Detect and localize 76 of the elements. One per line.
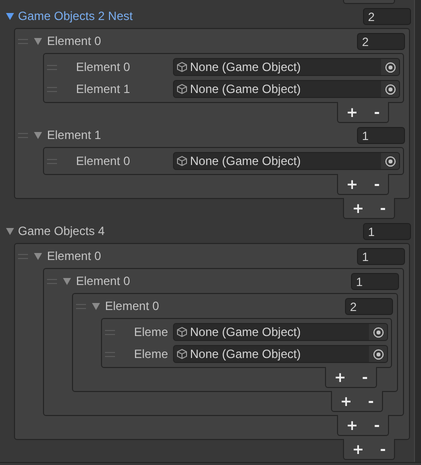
add-button[interactable]: + (342, 104, 362, 121)
target-icon (372, 348, 384, 360)
field-value: None (Game Object) (190, 347, 302, 361)
cube-icon (177, 349, 187, 359)
remove-button[interactable]: - (370, 176, 384, 193)
remove-button[interactable]: - (376, 441, 390, 458)
drag-handle-icon[interactable] (47, 278, 57, 284)
remove-button[interactable]: - (358, 369, 372, 386)
field-label: Element 0 (76, 154, 132, 168)
remove-button[interactable]: - (370, 104, 384, 121)
size-field[interactable]: 1 (357, 126, 405, 144)
size-field[interactable]: 2 (357, 32, 405, 50)
cube-icon (177, 327, 187, 337)
add-button[interactable]: + (342, 417, 362, 434)
object-picker-button[interactable] (369, 346, 387, 362)
size-field[interactable]: 1 (357, 248, 405, 264)
field-value: None (Game Object) (190, 325, 302, 339)
field-label: Element 1 (76, 82, 132, 96)
foldout-label[interactable]: Element 0 (105, 299, 345, 313)
foldout-triangle-icon[interactable] (63, 276, 71, 286)
field-label: Eleme (134, 347, 170, 361)
foldout-label[interactable]: Element 0 (76, 274, 351, 288)
foldout-triangle-icon[interactable] (34, 252, 42, 260)
cube-icon (177, 156, 187, 166)
drag-handle-icon[interactable] (18, 132, 28, 138)
size-field[interactable]: 2 (345, 298, 393, 314)
remove-button[interactable]: - (370, 417, 384, 434)
target-icon (384, 62, 396, 72)
drag-handle-icon[interactable] (105, 352, 115, 356)
target-icon (384, 156, 396, 166)
foldout-label[interactable]: Element 0 (47, 34, 357, 48)
add-button[interactable]: + (348, 441, 368, 458)
foldout-triangle-icon[interactable] (34, 130, 42, 140)
foldout-label[interactable]: Element 1 (47, 128, 357, 142)
field-label: Eleme (134, 325, 170, 339)
drag-handle-icon[interactable] (47, 64, 57, 70)
object-picker-button[interactable] (369, 324, 387, 340)
field-value: None (Game Object) (190, 82, 302, 96)
add-button[interactable]: + (342, 176, 362, 193)
drag-handle-icon[interactable] (47, 158, 57, 164)
size-field[interactable]: 1 (363, 222, 411, 240)
foldout-triangle-icon[interactable] (6, 12, 14, 20)
remove-button[interactable]: - (376, 200, 390, 217)
foldout-label[interactable]: Game Objects 2 Nest (18, 9, 363, 23)
target-icon (372, 326, 384, 338)
foldout-triangle-icon[interactable] (92, 302, 100, 310)
remove-button[interactable]: - (364, 393, 378, 410)
object-picker-button[interactable] (381, 81, 399, 97)
field-value: None (Game Object) (190, 60, 302, 74)
foldout-label[interactable]: Element 0 (47, 249, 357, 263)
size-field[interactable]: 1 (351, 272, 399, 290)
drag-handle-icon[interactable] (18, 38, 28, 44)
add-button[interactable]: + (336, 393, 356, 410)
foldout-triangle-icon[interactable] (6, 226, 14, 236)
object-field[interactable]: None (Game Object) (173, 323, 388, 341)
scrollbar[interactable] (414, 0, 421, 462)
field-value: None (Game Object) (190, 154, 302, 168)
object-picker-button[interactable] (381, 153, 399, 169)
object-field[interactable]: None (Game Object) (173, 80, 400, 98)
foldout-label[interactable]: Game Objects 4 (18, 224, 363, 238)
drag-handle-icon[interactable] (105, 330, 115, 334)
foldout-triangle-icon[interactable] (34, 36, 42, 46)
drag-handle-icon[interactable] (47, 86, 57, 92)
size-field[interactable]: 2 (363, 8, 411, 24)
cube-icon (177, 62, 187, 72)
field-label: Element 0 (76, 60, 132, 74)
add-button[interactable]: + (330, 369, 350, 386)
drag-handle-icon[interactable] (18, 254, 28, 258)
cube-icon (177, 84, 187, 94)
target-icon (384, 84, 396, 94)
object-field[interactable]: None (Game Object) (173, 152, 400, 170)
add-button[interactable]: + (348, 200, 368, 217)
object-picker-button[interactable] (381, 59, 399, 75)
object-field[interactable]: None (Game Object) (173, 58, 400, 76)
object-field[interactable]: None (Game Object) (173, 345, 388, 363)
drag-handle-icon[interactable] (76, 304, 86, 308)
